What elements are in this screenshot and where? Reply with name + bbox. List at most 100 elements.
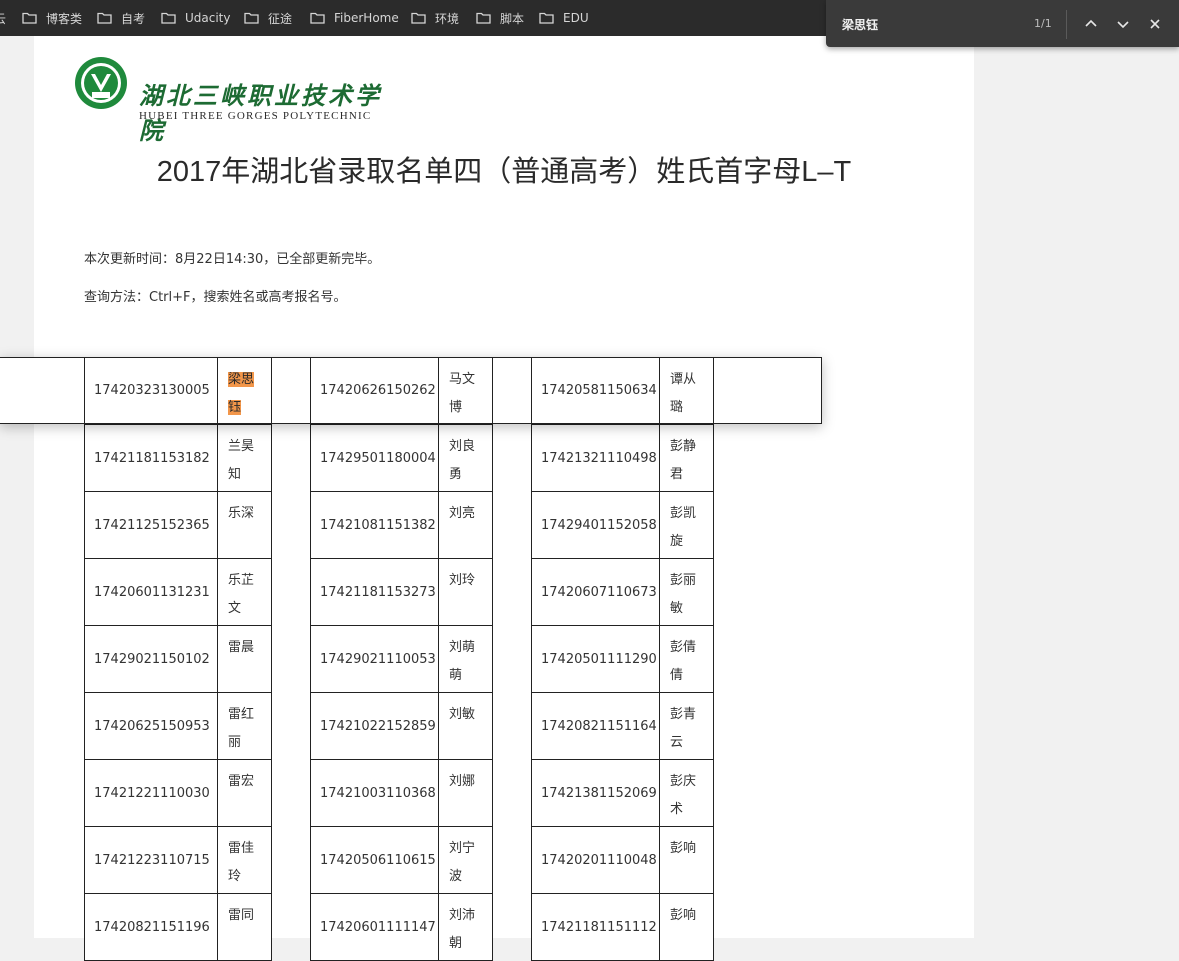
exam-number-cell: 17420625150953 xyxy=(84,692,218,760)
school-name-en: HUBEI THREE GORGES POLYTECHNIC xyxy=(139,110,372,122)
bookmark-item[interactable]: 环境 xyxy=(411,0,459,36)
student-name-cell: 彭丽敏 xyxy=(659,558,714,626)
row-lead-cell xyxy=(0,357,85,424)
exam-number-cell: 17420501111290 xyxy=(531,625,660,693)
folder-icon xyxy=(97,12,112,24)
bookmark-item[interactable]: 征途 xyxy=(244,0,292,36)
bookmark-item[interactable]: 云 xyxy=(0,0,6,36)
student-name-cell: 刘玲 xyxy=(438,558,493,626)
school-emblem-icon xyxy=(75,57,127,109)
school-logo: 湖北三峡职业技术学院 HUBEI THREE GORGES POLYTECHNI… xyxy=(74,56,384,145)
close-icon xyxy=(1150,19,1160,29)
exam-number-cell: 17421003110368 xyxy=(310,759,439,827)
bookmark-label: 博客类 xyxy=(46,11,83,26)
student-name-cell: 乐深 xyxy=(217,491,272,559)
bookmark-item[interactable]: Udacity xyxy=(161,0,231,36)
exam-number-cell: 17420506110615 xyxy=(310,826,439,894)
exam-number-cell: 17429501180004 xyxy=(310,424,439,492)
exam-number-cell: 17420323130005 xyxy=(84,357,218,424)
exam-number-cell: 17421181153273 xyxy=(310,558,439,626)
student-name-cell: 兰昊知 xyxy=(217,424,272,492)
student-name-cell: 刘亮 xyxy=(438,491,493,559)
student-name-cell: 刘良勇 xyxy=(438,424,493,492)
exam-number-cell: 17420626150262 xyxy=(310,357,439,424)
exam-number-cell: 17429021110053 xyxy=(310,625,439,693)
bookmark-label: Udacity xyxy=(185,11,231,25)
spacer-cell xyxy=(492,357,532,424)
exam-number-cell: 17420581150634 xyxy=(531,357,660,424)
student-name-cell: 雷佳玲 xyxy=(217,826,272,894)
student-name-cell: 彭响 xyxy=(659,893,714,961)
student-name-cell: 雷宏 xyxy=(217,759,272,827)
find-divider xyxy=(1066,10,1067,39)
find-previous-button[interactable] xyxy=(1079,12,1103,36)
update-info: 本次更新时间：8月22日14:30，已全部更新完毕。 xyxy=(84,252,381,267)
find-next-button[interactable] xyxy=(1111,12,1135,36)
bookmark-item[interactable]: 博客类 xyxy=(22,0,82,36)
spacer-cell xyxy=(713,357,822,424)
exam-number-cell: 17420821151196 xyxy=(84,893,218,961)
folder-icon xyxy=(161,12,176,24)
bookmark-item[interactable]: EDU xyxy=(539,0,589,36)
exam-number-cell: 17420601131231 xyxy=(84,558,218,626)
bookmark-label: 云 xyxy=(0,11,7,26)
exam-number-cell: 17421381152069 xyxy=(531,759,660,827)
exam-number-cell: 17429401152058 xyxy=(531,491,660,559)
student-name-cell: 彭响 xyxy=(659,826,714,894)
chevron-up-icon xyxy=(1085,19,1097,27)
exam-number-cell: 17420601111147 xyxy=(310,893,439,961)
student-name-cell: 刘萌萌 xyxy=(438,625,493,693)
folder-icon xyxy=(539,12,554,24)
find-close-button[interactable] xyxy=(1143,12,1167,36)
student-name-cell: 刘娜 xyxy=(438,759,493,827)
find-match-count: 1/1 xyxy=(1034,17,1052,30)
bookmark-item[interactable]: FiberHome xyxy=(310,0,399,36)
student-name-cell: 彭倩倩 xyxy=(659,625,714,693)
student-name-cell: 彭静君 xyxy=(659,424,714,492)
folder-icon xyxy=(22,12,37,24)
student-name-cell: 雷晨 xyxy=(217,625,272,693)
student-name-cell: 雷红丽 xyxy=(217,692,272,760)
find-bar: 梁思钰 1/1 xyxy=(826,0,1179,47)
folder-icon xyxy=(244,12,259,24)
find-input[interactable]: 梁思钰 xyxy=(842,16,878,33)
exam-number-cell: 17421081151382 xyxy=(310,491,439,559)
student-name-cell: 雷同 xyxy=(217,893,272,961)
bookmark-label: 自考 xyxy=(121,11,146,26)
exam-number-cell: 17421181153182 xyxy=(84,424,218,492)
exam-number-cell: 17421022152859 xyxy=(310,692,439,760)
student-name-cell: 彭青云 xyxy=(659,692,714,760)
student-name-cell: 谭从璐 xyxy=(659,357,714,424)
search-highlight: 梁思钰 xyxy=(228,372,255,415)
exam-number-cell: 17421321110498 xyxy=(531,424,660,492)
exam-number-cell: 17421223110715 xyxy=(84,826,218,894)
student-name-cell: 乐芷文 xyxy=(217,558,272,626)
bookmark-label: 环境 xyxy=(435,11,460,26)
bookmark-label: 征途 xyxy=(268,11,293,26)
student-name-cell: 马文博 xyxy=(438,357,493,424)
page-title: 2017年湖北省录取名单四（普通高考）姓氏首字母L–T xyxy=(156,156,852,188)
bookmark-item[interactable]: 自考 xyxy=(97,0,145,36)
spacer-cell xyxy=(271,357,311,424)
folder-icon xyxy=(411,12,426,24)
exam-number-cell: 17421181151112 xyxy=(531,893,660,961)
bookmark-label: FiberHome xyxy=(334,11,399,25)
exam-number-cell: 17420607110673 xyxy=(531,558,660,626)
student-name-cell: 刘宁波 xyxy=(438,826,493,894)
exam-number-cell: 17421125152365 xyxy=(84,491,218,559)
student-name-cell: 刘沛朝 xyxy=(438,893,493,961)
folder-icon xyxy=(476,12,491,24)
exam-number-cell: 17429021150102 xyxy=(84,625,218,693)
student-name-cell: 刘敏 xyxy=(438,692,493,760)
bookmark-label: 脚本 xyxy=(500,11,525,26)
chevron-down-icon xyxy=(1117,21,1129,29)
exam-number-cell: 17420201110048 xyxy=(531,826,660,894)
bookmark-label: EDU xyxy=(563,11,589,25)
student-name-cell: 彭庆术 xyxy=(659,759,714,827)
bookmark-item[interactable]: 脚本 xyxy=(476,0,524,36)
student-name-cell: 彭凯旋 xyxy=(659,491,714,559)
query-info: 查询方法：Ctrl+F，搜索姓名或高考报名号。 xyxy=(84,290,347,305)
folder-icon xyxy=(310,12,325,24)
sticky-table-row: 17420323130005 梁思钰 17420626150262 马文博 174205… xyxy=(0,357,822,424)
student-name-cell: 梁思钰 xyxy=(217,357,272,424)
